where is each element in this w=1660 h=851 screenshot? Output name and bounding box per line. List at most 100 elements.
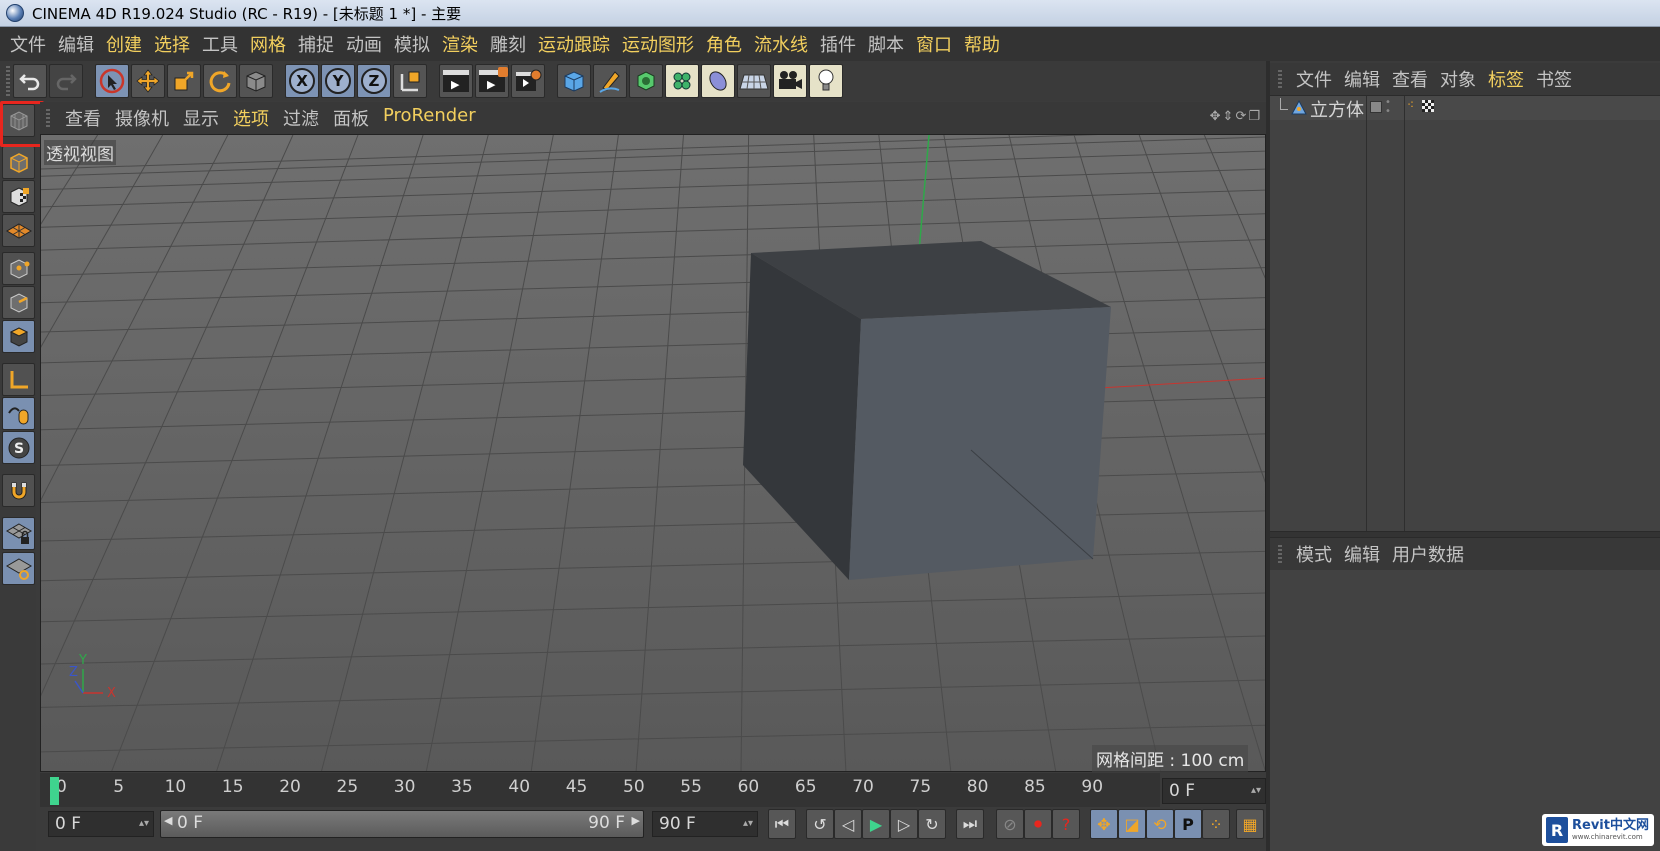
panel-splitter-horizontal[interactable] xyxy=(1270,531,1660,538)
planar-workplane-button[interactable] xyxy=(2,552,35,585)
menu-item-10[interactable]: 雕刻 xyxy=(484,31,532,57)
object-menu-item-3[interactable]: 对象 xyxy=(1434,66,1482,92)
start-frame-field[interactable]: 0 F ▴▾ xyxy=(48,811,154,837)
material-tag-icon[interactable] xyxy=(1422,100,1434,112)
spinner-icon[interactable]: ▴▾ xyxy=(1251,779,1261,803)
enable-axis-button[interactable] xyxy=(2,363,35,396)
range-right-arrow-icon[interactable]: ▶ xyxy=(632,814,640,827)
toolbar-grip[interactable] xyxy=(6,66,10,96)
live-select-button[interactable] xyxy=(95,64,129,98)
object-menu-item-0[interactable]: 文件 xyxy=(1290,66,1338,92)
y-axis-button[interactable]: Y xyxy=(321,64,355,98)
menu-item-9[interactable]: 渲染 xyxy=(436,31,484,57)
menu-item-7[interactable]: 动画 xyxy=(340,31,388,57)
frame-range-slider[interactable]: ◀ 0 F 90 F ▶ xyxy=(160,810,644,838)
play-button[interactable]: ▶ xyxy=(862,809,890,839)
viewport-menu-item-1[interactable]: 摄像机 xyxy=(108,105,176,131)
render-settings-button[interactable] xyxy=(511,64,545,98)
attribute-menu-item-0[interactable]: 模式 xyxy=(1290,541,1338,567)
menu-item-15[interactable]: 插件 xyxy=(814,31,862,57)
viewport-menu-item-3[interactable]: 选项 xyxy=(226,105,276,131)
next-key-button[interactable]: ↻ xyxy=(918,809,946,839)
pan-icon[interactable]: ✥ xyxy=(1210,109,1221,124)
object-row[interactable]: 立方体 • • ⁖ xyxy=(1270,96,1660,122)
menu-item-6[interactable]: 捕捉 xyxy=(292,31,340,57)
perspective-viewport[interactable]: Y Z X xyxy=(40,134,1266,772)
autokey-button[interactable]: ⏺ xyxy=(1024,809,1052,839)
object-menu-item-5[interactable]: 书签 xyxy=(1530,66,1578,92)
key-scale-button[interactable]: ◪ xyxy=(1118,809,1146,839)
deformer-button[interactable] xyxy=(701,64,735,98)
key-parameter-button[interactable]: P xyxy=(1174,809,1202,839)
floor-button[interactable] xyxy=(737,64,771,98)
current-frame-field[interactable]: 0 F ▴▾ xyxy=(1162,778,1266,804)
object-name[interactable]: 立方体 xyxy=(1310,96,1364,122)
viewport-menu-item-0[interactable]: 查看 xyxy=(58,105,108,131)
subdivision-surface-button[interactable] xyxy=(629,64,663,98)
timeline-ruler[interactable]: 0 5 10 15 20 25 30 35 40 45 50 55 60 65 70 75 80 85 90 xyxy=(40,773,1160,807)
workplane-mode-button[interactable] xyxy=(2,214,35,247)
keyframe-selection-button[interactable]: ? xyxy=(1052,809,1080,839)
camera-button[interactable] xyxy=(773,64,807,98)
object-menu-item-1[interactable]: 编辑 xyxy=(1338,66,1386,92)
attribute-menu-item-1[interactable]: 编辑 xyxy=(1338,541,1386,567)
object-menu-item-2[interactable]: 查看 xyxy=(1386,66,1434,92)
visibility-toggle-icon[interactable] xyxy=(1370,101,1382,113)
previous-key-button[interactable]: ↺ xyxy=(806,809,834,839)
menu-item-14[interactable]: 流水线 xyxy=(748,31,814,57)
range-left-arrow-icon[interactable]: ◀ xyxy=(164,814,172,827)
previous-frame-button[interactable]: ◁ xyxy=(834,809,862,839)
menu-item-12[interactable]: 运动图形 xyxy=(616,31,700,57)
rotate-button[interactable] xyxy=(203,64,237,98)
viewport-menu-item-2[interactable]: 显示 xyxy=(176,105,226,131)
lock-workplane-button[interactable] xyxy=(2,517,35,550)
menu-item-16[interactable]: 脚本 xyxy=(862,31,910,57)
menu-item-18[interactable]: 帮助 xyxy=(958,31,1006,57)
texture-mode-button[interactable] xyxy=(2,180,35,213)
menu-item-4[interactable]: 工具 xyxy=(196,31,244,57)
maximize-icon[interactable]: ❐ xyxy=(1248,109,1260,124)
attribute-menu-item-2[interactable]: 用户数据 xyxy=(1386,541,1470,567)
go-to-start-button[interactable]: ⏮ xyxy=(768,809,796,839)
visibility-dots-icon[interactable]: • • xyxy=(1385,98,1391,117)
next-frame-button[interactable]: ▷ xyxy=(890,809,918,839)
viewport-menu-item-5[interactable]: 面板 xyxy=(326,105,376,131)
record-active-objects-button[interactable]: ⊘ xyxy=(996,809,1024,839)
snap-button[interactable] xyxy=(2,474,35,507)
menu-item-13[interactable]: 角色 xyxy=(700,31,748,57)
move-button[interactable] xyxy=(131,64,165,98)
scale-button[interactable] xyxy=(167,64,201,98)
object-manager-grip[interactable] xyxy=(1278,70,1282,88)
orbit-icon[interactable]: ⟳ xyxy=(1235,109,1246,124)
dolly-icon[interactable]: ⇕ xyxy=(1223,109,1234,124)
viewport-grip[interactable] xyxy=(46,109,50,127)
menu-item-8[interactable]: 模拟 xyxy=(388,31,436,57)
menu-item-5[interactable]: 网格 xyxy=(244,31,292,57)
model-mode-button[interactable] xyxy=(2,146,35,179)
menu-item-3[interactable]: 选择 xyxy=(148,31,196,57)
edges-mode-button[interactable] xyxy=(2,286,35,319)
render-to-picture-viewer-button[interactable] xyxy=(475,64,509,98)
recent-object-button[interactable] xyxy=(239,64,273,98)
cube-button[interactable] xyxy=(557,64,591,98)
menu-item-11[interactable]: 运动跟踪 xyxy=(532,31,616,57)
key-pla-button[interactable]: ⁘ xyxy=(1202,809,1230,839)
menu-item-17[interactable]: 窗口 xyxy=(910,31,958,57)
menu-item-0[interactable]: 文件 xyxy=(4,31,52,57)
key-rotation-button[interactable]: ⟲ xyxy=(1146,809,1174,839)
z-axis-button[interactable]: Z xyxy=(357,64,391,98)
pen-button[interactable] xyxy=(593,64,627,98)
solo-button[interactable]: S xyxy=(2,431,35,464)
viewport-menu-item-4[interactable]: 过滤 xyxy=(276,105,326,131)
end-frame-field[interactable]: 90 F ▴▾ xyxy=(652,811,758,837)
timeline-window-button[interactable]: ▦ xyxy=(1236,809,1264,839)
x-axis-button[interactable]: X xyxy=(285,64,319,98)
object-menu-item-4[interactable]: 标签 xyxy=(1482,66,1530,92)
coordinate-system-button[interactable] xyxy=(393,64,427,98)
render-view-button[interactable] xyxy=(439,64,473,98)
cloner-button[interactable] xyxy=(665,64,699,98)
menu-item-2[interactable]: 创建 xyxy=(100,31,148,57)
phong-tag-icon[interactable]: ⁖ xyxy=(1407,98,1414,112)
polygons-mode-button[interactable] xyxy=(2,320,35,353)
viewport-menu-item-6[interactable]: ProRender xyxy=(376,105,483,131)
